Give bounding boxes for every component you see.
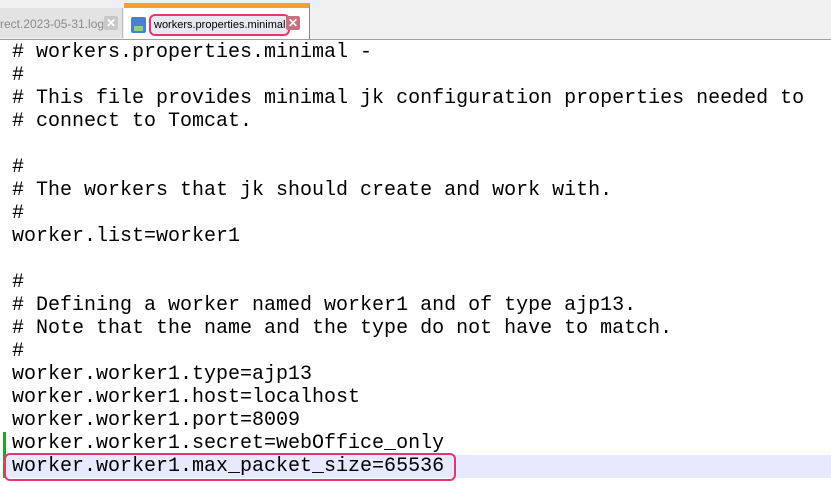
- code-line: #: [12, 202, 25, 225]
- tab-label: rect.2023-05-31.log: [0, 17, 105, 31]
- code-line: worker.list=worker1: [12, 225, 241, 248]
- code-line: # The workers that jk should create and …: [12, 179, 613, 202]
- close-icon[interactable]: ✕: [104, 16, 118, 30]
- code-line: #: [12, 64, 25, 87]
- code-line: # Defining a worker named worker1 and of…: [12, 294, 637, 317]
- code-line: worker.worker1.type=ajp13: [12, 363, 313, 386]
- save-disk-icon: [131, 17, 146, 33]
- code-line: #: [12, 156, 25, 179]
- close-icon[interactable]: ✕: [286, 16, 300, 30]
- tab-label: workers.properties.minimal: [149, 14, 291, 36]
- code-line: # This file provides minimal jk configur…: [12, 87, 805, 110]
- highlight-annotation: [4, 453, 456, 481]
- code-line: # Note that the name and the type do not…: [12, 317, 673, 340]
- code-line: worker.worker1.secret=webOffice_only: [12, 432, 445, 455]
- code-line: worker.worker1.port=8009: [12, 409, 301, 432]
- tab-bar: rect.2023-05-31.log ✕ workers.properties…: [0, 0, 831, 40]
- code-line: worker.worker1.host=localhost: [12, 386, 361, 409]
- tab-workers-properties[interactable]: workers.properties.minimal ✕: [124, 3, 310, 39]
- tab-log-file[interactable]: rect.2023-05-31.log ✕: [0, 8, 123, 38]
- code-line: #: [12, 340, 25, 363]
- code-line: # connect to Tomcat.: [12, 110, 253, 133]
- code-line: # workers.properties.minimal -: [12, 41, 373, 64]
- text-editor[interactable]: # workers.properties.minimal - # # This fi…: [0, 40, 831, 487]
- code-line: #: [12, 271, 25, 294]
